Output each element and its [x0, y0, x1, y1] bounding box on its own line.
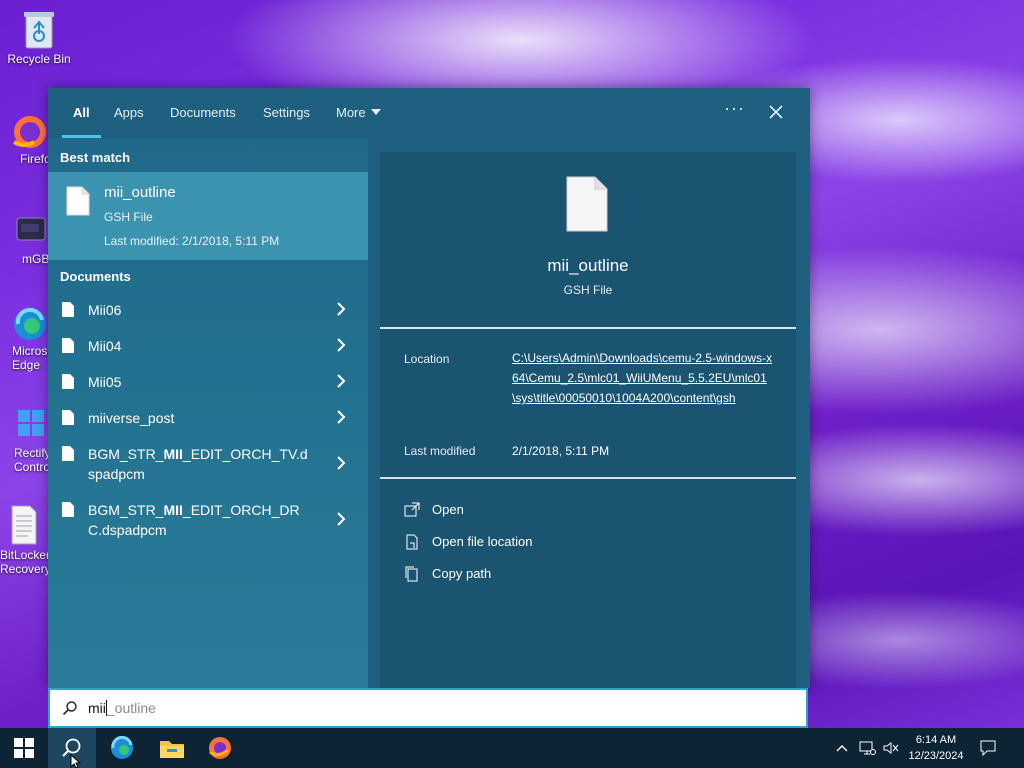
divider [380, 477, 796, 479]
edge-icon [111, 736, 133, 759]
search-tabs: All Apps Documents Settings More ··· [48, 88, 810, 138]
desktop-icon-label: mGBA [22, 252, 50, 266]
desktop-icon-label: BitLocker Recovery [0, 548, 48, 576]
desktop-icon-bitlocker[interactable]: BitLocker Recovery [0, 504, 48, 576]
location-label: Location [404, 352, 450, 366]
document-icon [62, 302, 74, 320]
desktop-icon-edge[interactable]: Microsoft Edge [10, 302, 50, 372]
desktop-icon-recycle-bin[interactable]: Recycle Bin [4, 8, 74, 66]
document-icon [62, 374, 74, 392]
close-button[interactable] [764, 100, 788, 124]
document-label: miiverse_post [88, 410, 175, 426]
copy-icon [404, 566, 420, 582]
document-item[interactable]: Mii06 [48, 300, 368, 322]
action-label: Open [432, 502, 464, 517]
text-file-icon [5, 504, 43, 546]
action-label: Open file location [432, 534, 533, 549]
chevron-down-icon [370, 109, 381, 115]
recycle-bin-icon [20, 8, 58, 50]
file-explorer-taskbar-button[interactable] [148, 728, 196, 768]
firefox-icon [209, 737, 231, 759]
chevron-up-icon [836, 745, 848, 752]
document-label: Mii04 [88, 338, 122, 354]
rectify-icon [12, 404, 50, 446]
clock-time: 6:14 AM [915, 734, 957, 746]
action-label: Copy path [432, 566, 492, 581]
divider [380, 327, 796, 329]
search-input[interactable]: mii_outline [48, 688, 808, 728]
search-text: mii_outline [88, 700, 156, 716]
more-options-icon[interactable]: ··· [724, 98, 745, 119]
detail-pane: mii_outline GSH File Location C:\Users\A… [380, 152, 796, 688]
modified-value: 2/1/2018, 5:11 PM [512, 444, 610, 458]
desktop-icon-label: Microsoft Edge [12, 344, 50, 372]
document-item[interactable]: BGM_STR_MII_EDIT_ORCH_TV.dspadpcm [48, 444, 368, 486]
tab-apps[interactable]: Apps [114, 105, 144, 120]
windows-icon [14, 738, 34, 758]
document-label: BGM_STR_MII_EDIT_ORCH_TV.dspadpcm [88, 446, 308, 482]
chevron-right-icon[interactable] [336, 302, 346, 319]
tab-more-label: More [336, 105, 366, 120]
documents-heading: Documents [60, 269, 131, 284]
file-icon [66, 186, 90, 220]
clock-date: 12/23/2024 [908, 750, 964, 762]
edge-icon [10, 302, 48, 344]
document-item[interactable]: Mii05 [48, 372, 368, 394]
best-match-heading: Best match [60, 150, 131, 165]
firefox-icon [8, 110, 46, 152]
start-button[interactable] [0, 728, 48, 768]
best-match-item[interactable]: mii_outline GSH File Last modified: 2/1/… [48, 172, 368, 260]
notification-icon [980, 740, 996, 756]
folder-icon [160, 741, 184, 758]
best-match-name: mii_outline [104, 184, 176, 201]
close-icon [769, 105, 783, 119]
show-hidden-icons-button[interactable] [832, 728, 852, 768]
document-item[interactable]: miiverse_post [48, 408, 368, 430]
chevron-right-icon[interactable] [336, 512, 346, 529]
chevron-right-icon[interactable] [336, 338, 346, 355]
chevron-right-icon[interactable] [336, 456, 346, 473]
mgba-icon [10, 210, 48, 252]
tab-settings[interactable]: Settings [263, 105, 310, 120]
document-label: BGM_STR_MII_EDIT_ORCH_DRC.dspadpcm [88, 502, 300, 538]
desktop-icon-rectify[interactable]: Rectify11 Control [12, 404, 50, 474]
file-location-icon [404, 534, 420, 550]
tab-documents[interactable]: Documents [170, 105, 236, 120]
detail-type: GSH File [563, 283, 613, 297]
chevron-right-icon[interactable] [336, 374, 346, 391]
tab-all[interactable]: All [73, 105, 90, 120]
chevron-right-icon[interactable] [336, 410, 346, 427]
modified-label: Last modified [404, 444, 476, 458]
document-icon [62, 502, 74, 520]
detail-title: mii_outline [547, 256, 629, 275]
firefox-taskbar-button[interactable] [196, 728, 244, 768]
notifications-button[interactable] [976, 728, 1000, 768]
tab-more[interactable]: More [336, 105, 381, 120]
file-icon [566, 176, 608, 236]
document-icon [62, 446, 74, 464]
search-panel: All Apps Documents Settings More ··· Bes… [48, 88, 810, 688]
mouse-cursor-icon [70, 754, 82, 768]
edge-taskbar-button[interactable] [98, 728, 146, 768]
document-item[interactable]: BGM_STR_MII_EDIT_ORCH_DRC.dspadpcm [48, 500, 368, 542]
search-icon [62, 700, 78, 720]
taskbar: 6:14 AM 12/23/2024 [0, 728, 1024, 768]
location-link[interactable]: C:\Users\Admin\Downloads\cemu-2.5-window… [512, 348, 774, 408]
taskbar-clock[interactable]: 6:14 AM 12/23/2024 [898, 732, 974, 764]
desktop-icon-label: Recycle Bin [7, 52, 71, 66]
document-icon [62, 410, 74, 428]
desktop-icon-label: Rectify11 Control [14, 446, 50, 474]
best-match-modified: Last modified: 2/1/2018, 5:11 PM [104, 234, 280, 248]
network-button[interactable] [856, 728, 878, 768]
open-icon [404, 502, 420, 518]
document-item[interactable]: Mii04 [48, 336, 368, 358]
document-icon [62, 338, 74, 356]
desktop-icon-mgba[interactable]: mGBA [10, 210, 50, 266]
document-label: Mii06 [88, 302, 122, 318]
document-label: Mii05 [88, 374, 122, 390]
best-match-type: GSH File [104, 210, 153, 224]
network-icon [859, 741, 876, 755]
